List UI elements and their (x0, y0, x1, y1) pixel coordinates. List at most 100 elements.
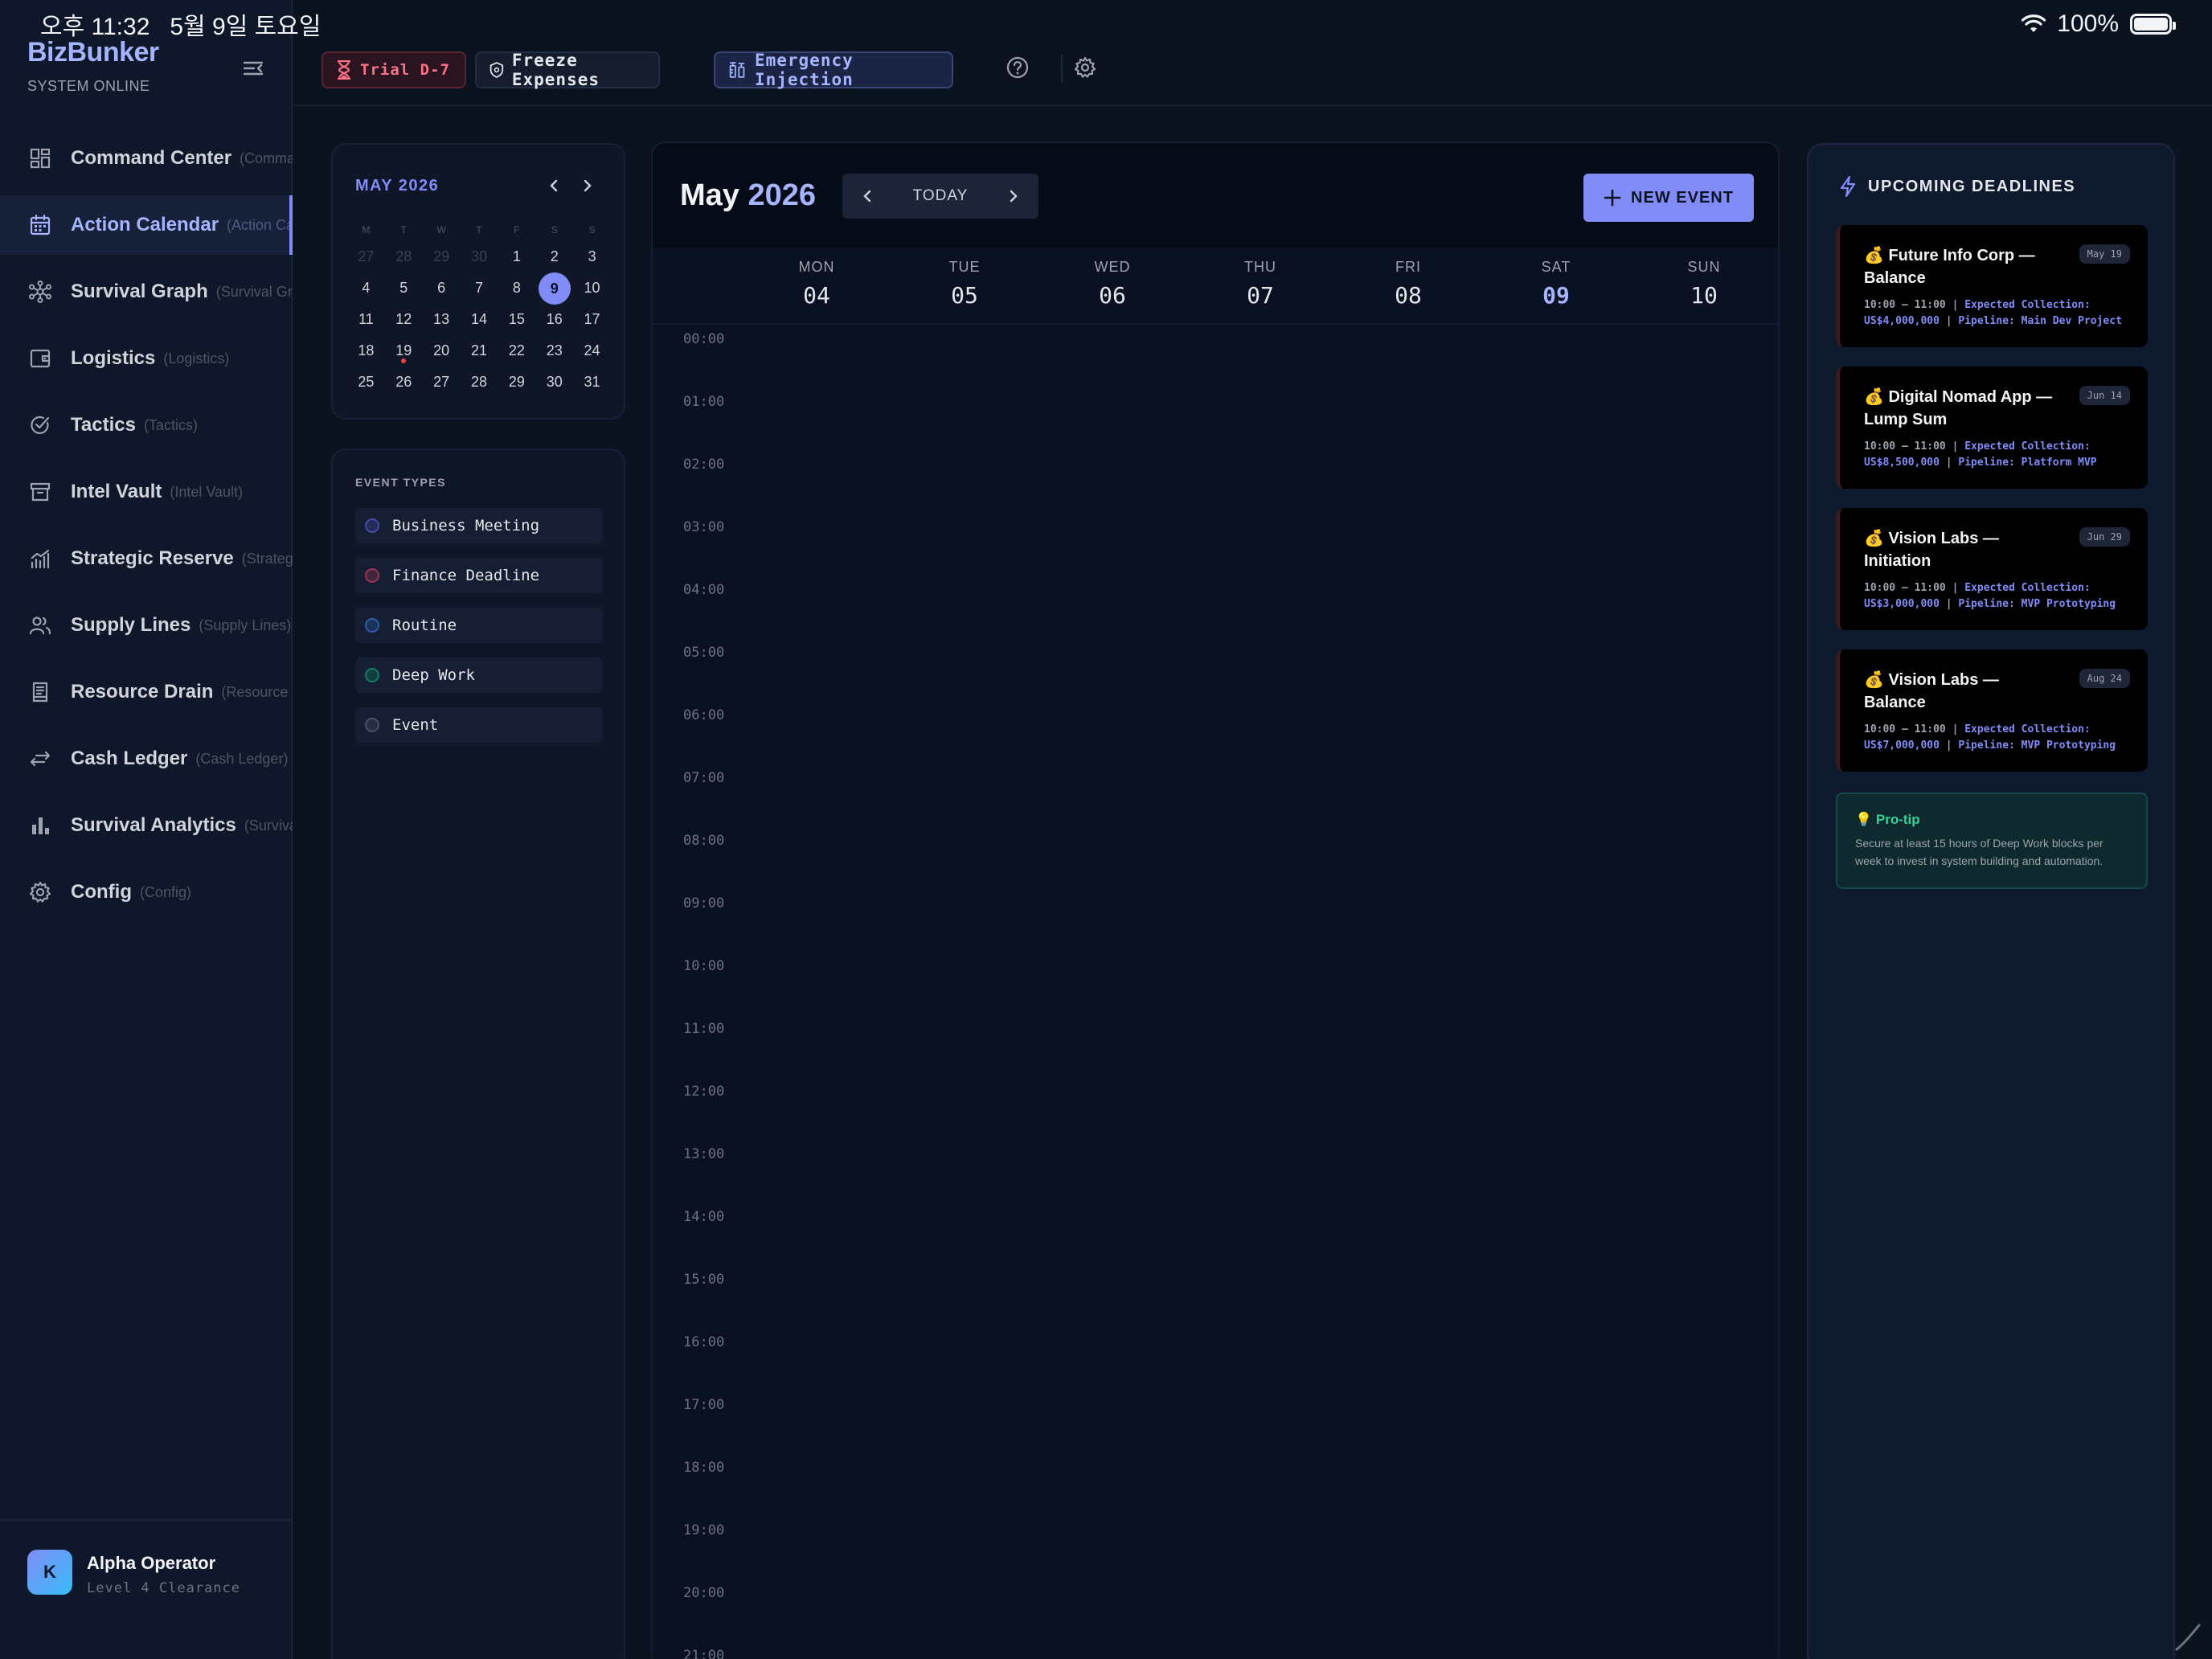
mini-calendar-day[interactable]: 14 (461, 304, 498, 335)
mini-calendar-day-today[interactable]: 9 (535, 272, 573, 305)
mini-calendar-day[interactable]: 22 (498, 335, 535, 367)
trial-badge-button[interactable]: Trial D-7 (322, 51, 466, 88)
day-date: 08 (1395, 282, 1422, 309)
mini-calendar-day[interactable]: 17 (573, 304, 611, 335)
collapse-sidebar-button[interactable] (241, 56, 265, 80)
deadline-card[interactable]: 💰 Vision Labs — Initiation Jun 29 10:00 – … (1836, 508, 2148, 630)
sidebar-item-config[interactable]: Config (Config) (0, 862, 293, 922)
mini-calendar-day[interactable]: 18 (347, 335, 385, 367)
mini-calendar-day[interactable]: 7 (461, 272, 498, 304)
day-number: 12 (395, 311, 412, 327)
sidebar-item-tactics[interactable]: Tactics (Tactics) (0, 395, 293, 455)
emergency-injection-button[interactable]: Emergency Injection (714, 51, 953, 89)
mini-calendar-day[interactable]: 27 (347, 241, 385, 272)
sidebar-item-intel-vault[interactable]: Intel Vault (Intel Vault) (0, 462, 293, 522)
mini-calendar-day[interactable]: 27 (423, 367, 461, 398)
day-column-header[interactable]: MON 04 (743, 248, 891, 309)
mini-calendar-day[interactable]: 15 (498, 304, 535, 335)
mini-calendar-day[interactable]: 31 (573, 367, 611, 398)
freeze-expenses-button[interactable]: Freeze Expenses (475, 51, 660, 89)
mini-calendar-day[interactable]: 1 (498, 241, 535, 272)
mini-calendar-day[interactable]: 16 (535, 304, 573, 335)
event-type-color-dot (365, 668, 379, 682)
battery-icon (2130, 14, 2176, 35)
deadline-card[interactable]: 💰 Future Info Corp — Balance May 19 10:00 … (1836, 225, 2148, 347)
mini-calendar-day[interactable]: 28 (385, 241, 423, 272)
mini-calendar-day[interactable]: 30 (535, 367, 573, 398)
day-column-header[interactable]: TUE 05 (891, 248, 1038, 309)
mini-calendar-day[interactable]: 24 (573, 335, 611, 367)
mini-calendar-day[interactable]: 29 (498, 367, 535, 398)
mini-calendar-day[interactable]: 2 (535, 241, 573, 272)
sidebar-item-survival-analytics[interactable]: Survival Analytics (Survival Analytics) (0, 796, 293, 855)
day-number: 19 (395, 342, 412, 358)
sidebar-item-resource-drain[interactable]: Resource Drain (Resource Drain) (0, 662, 293, 722)
day-number: 9 (538, 272, 571, 305)
day-name: THU (1244, 259, 1276, 275)
mini-calendar-day[interactable]: 20 (423, 335, 461, 367)
event-type-color-dot (365, 568, 379, 583)
day-column-header[interactable]: WED 06 (1038, 248, 1186, 309)
sidebar-item-label: Logistics (71, 347, 156, 369)
sidebar-item-cash-ledger[interactable]: Cash Ledger (Cash Ledger) (0, 729, 293, 789)
sidebar-item-logistics[interactable]: Logistics (Logistics) (0, 329, 293, 388)
mini-calendar-day[interactable]: 6 (423, 272, 461, 304)
deadline-time: 10:00 – 11:00 (1864, 723, 1946, 735)
sidebar-item-strategic-reserve[interactable]: Strategic Reserve (Strategic Reserve) (0, 529, 293, 588)
mini-calendar-day[interactable]: 12 (385, 304, 423, 335)
graph-icon (27, 279, 53, 305)
mini-calendar-day[interactable]: 26 (385, 367, 423, 398)
user-profile[interactable]: K Alpha Operator Level 4 Clearance (0, 1519, 293, 1659)
mini-calendar-day[interactable]: 19 (385, 335, 423, 367)
mini-calendar-day[interactable]: 21 (461, 335, 498, 367)
weekday-label: W (436, 224, 446, 236)
event-type-item[interactable]: Finance Deadline (355, 558, 603, 593)
deadline-card[interactable]: 💰 Digital Nomad App — Lump Sum Jun 14 10:0… (1836, 367, 2148, 489)
prev-week-button[interactable] (842, 174, 892, 219)
today-button[interactable]: TODAY (892, 174, 989, 219)
event-type-item[interactable]: Business Meeting (355, 508, 603, 543)
event-type-item[interactable]: Event (355, 707, 603, 743)
mini-calendar-prev-button[interactable] (542, 174, 566, 198)
sidebar-item-command-center[interactable]: Command Center (Command Center) (0, 129, 293, 188)
next-week-button[interactable] (989, 174, 1038, 219)
status-time: 오후 11:32 (40, 14, 150, 40)
settings-button[interactable] (1072, 55, 1098, 80)
mini-calendar-day[interactable]: 28 (461, 367, 498, 398)
day-column-header[interactable]: FRI 08 (1334, 248, 1482, 309)
deadline-card[interactable]: 💰 Vision Labs — Balance Aug 24 10:00 – 11:… (1836, 649, 2148, 772)
mini-calendar-day[interactable]: 13 (423, 304, 461, 335)
sidebar-item-survival-graph[interactable]: Survival Graph (Survival Graph) (0, 262, 293, 322)
sidebar-item-supply-lines[interactable]: Supply Lines (Supply Lines) (0, 596, 293, 655)
mini-calendar-day[interactable]: 11 (347, 304, 385, 335)
day-column-header[interactable]: SUN 10 (1630, 248, 1778, 309)
mini-calendar-day[interactable]: 29 (423, 241, 461, 272)
day-number: 29 (508, 374, 525, 390)
mini-calendar-day[interactable]: 23 (535, 335, 573, 367)
event-type-item[interactable]: Deep Work (355, 657, 603, 693)
sidebar-item-action-calendar[interactable]: Action Calendar (Action Calendar) (0, 195, 293, 255)
mini-calendar-grid: M T W T F S S 27 28 29 30 1 2 3 4 5 6 7 8 9 10 11 12 13 14 15 16 17… (347, 219, 611, 398)
hour-label: 09:00 (683, 895, 725, 911)
mini-calendar-day[interactable]: 8 (498, 272, 535, 304)
day-column-header[interactable]: SAT 09 (1482, 248, 1630, 309)
trend-chart-icon (27, 546, 53, 571)
day-column-header[interactable]: THU 07 (1186, 248, 1334, 309)
day-name: SUN (1687, 259, 1721, 275)
event-type-item[interactable]: Routine (355, 608, 603, 643)
mini-calendar-day[interactable]: 4 (347, 272, 385, 304)
hour-label: 03:00 (683, 519, 725, 535)
deadline-details: 10:00 – 11:00 | Expected Collection: US$… (1864, 440, 2097, 469)
hour-label: 18:00 (683, 1460, 725, 1476)
help-button[interactable] (1005, 55, 1030, 80)
mini-calendar-next-button[interactable] (576, 174, 600, 198)
new-event-label: NEW EVENT (1631, 188, 1734, 207)
mini-calendar-day[interactable]: 3 (573, 241, 611, 272)
mini-calendar-day[interactable]: 25 (347, 367, 385, 398)
weekday-label: M (362, 224, 371, 236)
new-event-button[interactable]: NEW EVENT (1583, 174, 1754, 222)
mini-calendar-day[interactable]: 5 (385, 272, 423, 304)
mini-calendar-day[interactable]: 10 (573, 272, 611, 304)
weekday-label: T (476, 224, 482, 236)
mini-calendar-day[interactable]: 30 (461, 241, 498, 272)
